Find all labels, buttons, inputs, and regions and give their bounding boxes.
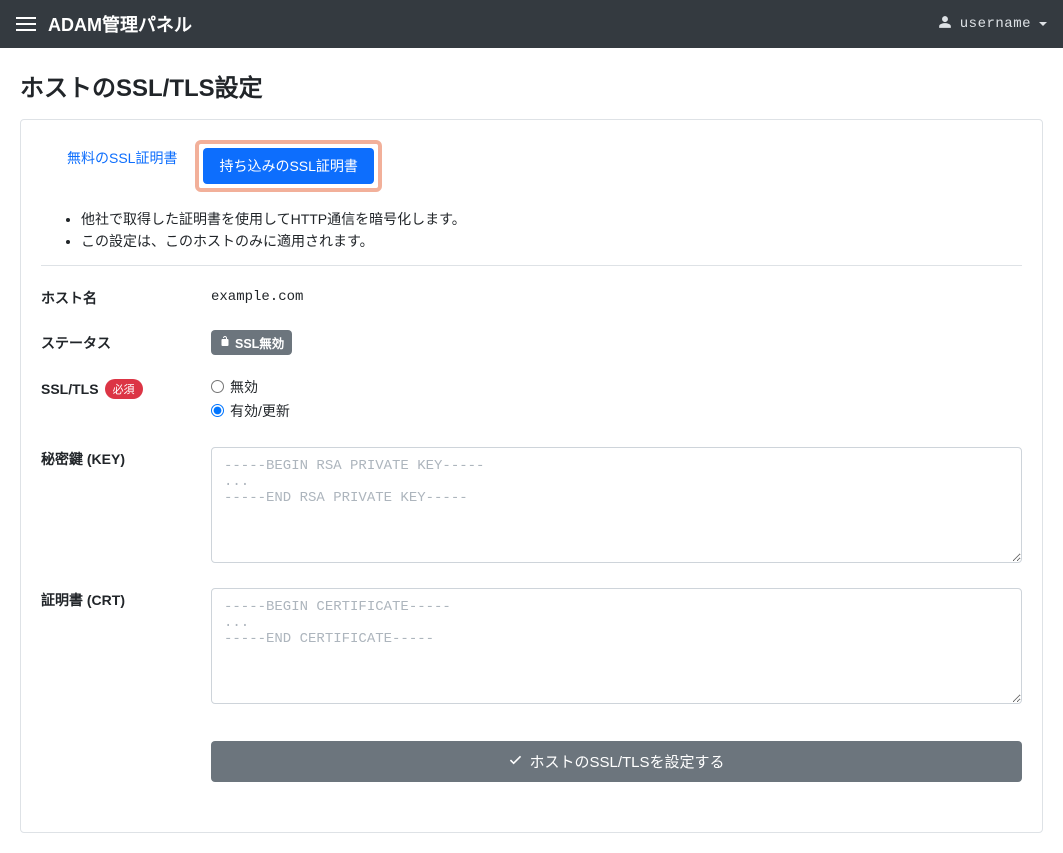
tab-own-highlight: 持ち込みのSSL証明書: [195, 140, 381, 192]
private-key-label: 秘密鍵 (KEY): [41, 447, 211, 469]
description-item: 他社で取得した証明書を使用してHTTP通信を暗号化します。: [81, 208, 1022, 230]
certificate-label: 証明書 (CRT): [41, 588, 211, 610]
ssl-label: SSL/TLS: [41, 381, 99, 397]
tab-own-ssl[interactable]: 持ち込みのSSL証明書: [203, 148, 373, 184]
row-ssl-option: SSL/TLS 必須 無効 有効/更新: [41, 377, 1022, 425]
ssl-radio-group: 無効 有効/更新: [211, 377, 1022, 425]
hostname-label: ホスト名: [41, 286, 211, 308]
hostname-value: example.com: [211, 289, 1022, 305]
radio-enable-label[interactable]: 有効/更新: [211, 401, 1022, 421]
radio-disable-label[interactable]: 無効: [211, 377, 1022, 397]
check-icon: [508, 752, 523, 771]
page-body: ホストのSSL/TLS設定 無料のSSL証明書 持ち込みのSSL証明書 他社で取…: [0, 48, 1063, 853]
row-status: ステータス SSL無効: [41, 330, 1022, 355]
certificate-textarea[interactable]: [211, 588, 1022, 704]
tab-free-ssl[interactable]: 無料のSSL証明書: [53, 140, 191, 192]
row-submit: ホストのSSL/TLSを設定する: [41, 729, 1022, 782]
divider: [41, 265, 1022, 266]
header-left: ADAM管理パネル: [16, 11, 192, 37]
private-key-textarea[interactable]: [211, 447, 1022, 563]
settings-card: 無料のSSL証明書 持ち込みのSSL証明書 他社で取得した証明書を使用してHTT…: [20, 119, 1043, 833]
status-badge-text: SSL無効: [235, 333, 284, 352]
app-header: ADAM管理パネル username: [0, 0, 1063, 48]
submit-button[interactable]: ホストのSSL/TLSを設定する: [211, 741, 1022, 782]
radio-enable[interactable]: [211, 404, 224, 417]
radio-disable[interactable]: [211, 380, 224, 393]
username-label: username: [960, 16, 1031, 32]
chevron-down-icon: [1039, 22, 1047, 26]
status-label: ステータス: [41, 331, 211, 353]
row-hostname: ホスト名 example.com: [41, 286, 1022, 308]
radio-disable-text: 無効: [230, 377, 258, 397]
description-item: この設定は、このホストのみに適用されます。: [81, 230, 1022, 252]
page-title: ホストのSSL/TLS設定: [20, 68, 1043, 103]
brand-title: ADAM管理パネル: [48, 11, 192, 37]
menu-icon[interactable]: [16, 17, 36, 31]
submit-button-label: ホストのSSL/TLSを設定する: [529, 751, 724, 772]
row-certificate: 証明書 (CRT): [41, 588, 1022, 707]
user-icon: [938, 15, 952, 34]
required-badge: 必須: [105, 379, 143, 399]
radio-enable-text: 有効/更新: [230, 401, 290, 421]
ssl-label-group: SSL/TLS 必須: [41, 377, 211, 399]
user-menu[interactable]: username: [938, 15, 1047, 34]
unlock-icon: [219, 335, 231, 350]
status-badge: SSL無効: [211, 330, 292, 355]
tabs: 無料のSSL証明書 持ち込みのSSL証明書: [41, 140, 1022, 192]
row-private-key: 秘密鍵 (KEY): [41, 447, 1022, 566]
description: 他社で取得した証明書を使用してHTTP通信を暗号化します。 この設定は、このホス…: [41, 208, 1022, 253]
